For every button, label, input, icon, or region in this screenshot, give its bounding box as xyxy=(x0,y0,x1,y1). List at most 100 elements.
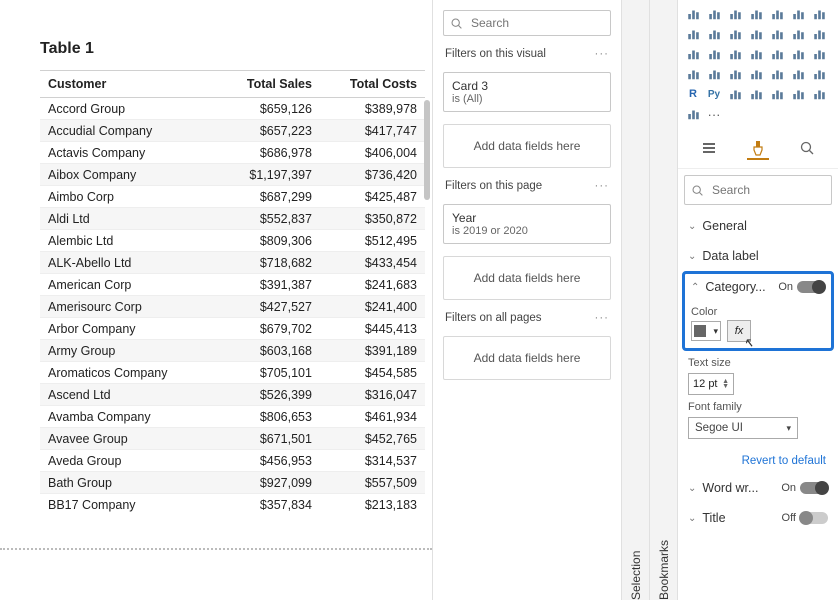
table-row[interactable]: Ascend Ltd$526,399$316,047 xyxy=(40,384,425,406)
table-row[interactable]: American Corp$391,387$241,683 xyxy=(40,274,425,296)
filters-search-input[interactable] xyxy=(469,15,628,31)
add-page-filter[interactable]: Add data fields here xyxy=(443,256,611,300)
search-icon xyxy=(450,17,463,30)
more-icon[interactable]: ··· xyxy=(595,48,610,60)
decomposition-icon[interactable] xyxy=(747,86,765,102)
section-title[interactable]: ⌄ Title Off xyxy=(678,503,838,533)
table-visual[interactable]: CustomerTotal SalesTotal Costs Accord Gr… xyxy=(40,70,425,515)
table-icon[interactable] xyxy=(789,66,807,82)
color-field-label: Color xyxy=(691,300,825,320)
category-label-toggle[interactable] xyxy=(797,281,825,293)
table-row[interactable]: Aimbo Corp$687,299$425,487 xyxy=(40,186,425,208)
table-row[interactable]: Aibox Company$1,197,397$736,420 xyxy=(40,164,425,186)
section-data-label[interactable]: ⌄ Data label xyxy=(678,241,838,271)
ellipsis-icon[interactable]: ··· xyxy=(705,106,723,122)
line-icon[interactable] xyxy=(810,6,828,22)
treemap-icon[interactable] xyxy=(747,46,765,62)
table-column-header[interactable]: Total Costs xyxy=(320,71,425,98)
stacked-column-icon[interactable] xyxy=(726,6,744,22)
filters-all-header: Filters on all pages ··· xyxy=(443,312,611,324)
table-row[interactable]: Avamba Company$806,653$461,934 xyxy=(40,406,425,428)
clustered-bar-icon[interactable] xyxy=(705,6,723,22)
matrix-icon[interactable] xyxy=(810,66,828,82)
funnel-icon[interactable] xyxy=(810,26,828,42)
spinner-buttons[interactable]: ▲▼ xyxy=(722,379,729,389)
table-row[interactable]: Bath Group$927,099$557,509 xyxy=(40,472,425,494)
table-row[interactable]: Arbor Company$679,702$445,413 xyxy=(40,318,425,340)
kpi-icon[interactable] xyxy=(747,66,765,82)
chevron-down-icon: ▾ xyxy=(713,326,718,337)
color-picker[interactable]: ▾ xyxy=(691,321,721,341)
format-tab-icon[interactable] xyxy=(747,138,769,160)
paginated-icon[interactable] xyxy=(789,86,807,102)
table-row[interactable]: Amerisourc Corp$427,527$241,400 xyxy=(40,296,425,318)
card-icon[interactable] xyxy=(705,66,723,82)
power-apps-icon[interactable] xyxy=(810,86,828,102)
conditional-formatting-button[interactable]: fx ↖ xyxy=(727,320,751,342)
line-column-icon[interactable] xyxy=(726,26,744,42)
analytics-tab-icon[interactable] xyxy=(796,138,818,160)
table-row[interactable]: ALK-Abello Ltd$718,682$433,454 xyxy=(40,252,425,274)
chevron-down-icon: ⌄ xyxy=(688,513,696,524)
py-visual-icon[interactable]: Py xyxy=(705,86,723,102)
word-wrap-toggle[interactable] xyxy=(800,482,828,494)
gauge-icon[interactable] xyxy=(684,66,702,82)
table-column-header[interactable]: Total Sales xyxy=(206,71,320,98)
filter-card-visual[interactable]: Card 3 is (All) xyxy=(443,72,611,112)
stacked-area-icon[interactable] xyxy=(705,26,723,42)
clustered-column-icon[interactable] xyxy=(747,6,765,22)
table-row[interactable]: Aldi Ltd$552,837$350,872 xyxy=(40,208,425,230)
section-general[interactable]: ⌄ General xyxy=(678,211,838,241)
slicer-icon[interactable] xyxy=(768,66,786,82)
font-family-select[interactable]: Segoe UI ▾ xyxy=(688,417,798,439)
title-toggle[interactable] xyxy=(800,512,828,524)
filters-search[interactable] xyxy=(443,10,611,36)
pie-icon[interactable] xyxy=(705,46,723,62)
format-search-input[interactable] xyxy=(710,182,838,198)
scrollbar-thumb[interactable] xyxy=(424,100,430,200)
table-row[interactable]: Alembic Ltd$809,306$512,495 xyxy=(40,230,425,252)
get-more-icon[interactable] xyxy=(684,106,702,122)
100-column-icon[interactable] xyxy=(789,6,807,22)
area-icon[interactable] xyxy=(684,26,702,42)
add-visual-filter[interactable]: Add data fields here xyxy=(443,124,611,168)
table-row[interactable]: Army Group$603,168$391,189 xyxy=(40,340,425,362)
multi-card-icon[interactable] xyxy=(726,66,744,82)
fields-tab-icon[interactable] xyxy=(698,138,720,160)
map-icon[interactable] xyxy=(768,46,786,62)
waterfall-icon[interactable] xyxy=(789,26,807,42)
key-influencers-icon[interactable] xyxy=(726,86,744,102)
table-row[interactable]: Accudial Company$657,223$417,747 xyxy=(40,120,425,142)
100-bar-icon[interactable] xyxy=(768,6,786,22)
filled-map-icon[interactable] xyxy=(789,46,807,62)
revert-to-default[interactable]: Revert to default xyxy=(678,445,838,473)
section-category-label[interactable]: ⌃ Category... On xyxy=(691,278,825,300)
more-icon[interactable]: ··· xyxy=(595,312,610,324)
bookmarks-pane-collapsed[interactable]: Bookmarks xyxy=(650,0,678,600)
table-row[interactable]: Aveda Group$456,953$314,537 xyxy=(40,450,425,472)
more-icon[interactable]: ··· xyxy=(595,180,610,192)
filter-card-page[interactable]: Year is 2019 or 2020 xyxy=(443,204,611,244)
shape-map-icon[interactable] xyxy=(810,46,828,62)
table-column-header[interactable]: Customer xyxy=(40,71,206,98)
table-body: Accord Group$659,126$389,978Accudial Com… xyxy=(40,98,425,516)
add-all-filter[interactable]: Add data fields here xyxy=(443,336,611,380)
r-visual-icon[interactable]: R xyxy=(684,86,702,102)
format-search[interactable] xyxy=(684,175,832,205)
ribbon-icon[interactable] xyxy=(768,26,786,42)
table-row[interactable]: Actavis Company$686,978$406,004 xyxy=(40,142,425,164)
chevron-up-icon: ⌃ xyxy=(691,282,699,293)
stacked-bar-icon[interactable] xyxy=(684,6,702,22)
donut-icon[interactable] xyxy=(726,46,744,62)
table-row[interactable]: BB17 Company$357,834$213,183 xyxy=(40,494,425,516)
font-family-label: Font family xyxy=(688,395,828,413)
table-row[interactable]: Aromaticos Company$705,101$454,585 xyxy=(40,362,425,384)
section-word-wrap[interactable]: ⌄ Word wr... On xyxy=(678,473,838,503)
text-size-input[interactable]: 12 pt ▲▼ xyxy=(688,373,734,395)
qa-icon[interactable] xyxy=(768,86,786,102)
table-row[interactable]: Avavee Group$671,501$452,765 xyxy=(40,428,425,450)
scatter-icon[interactable] xyxy=(684,46,702,62)
line-column-2-icon[interactable] xyxy=(747,26,765,42)
selection-pane-collapsed[interactable]: Selection xyxy=(622,0,650,600)
table-row[interactable]: Accord Group$659,126$389,978 xyxy=(40,98,425,120)
